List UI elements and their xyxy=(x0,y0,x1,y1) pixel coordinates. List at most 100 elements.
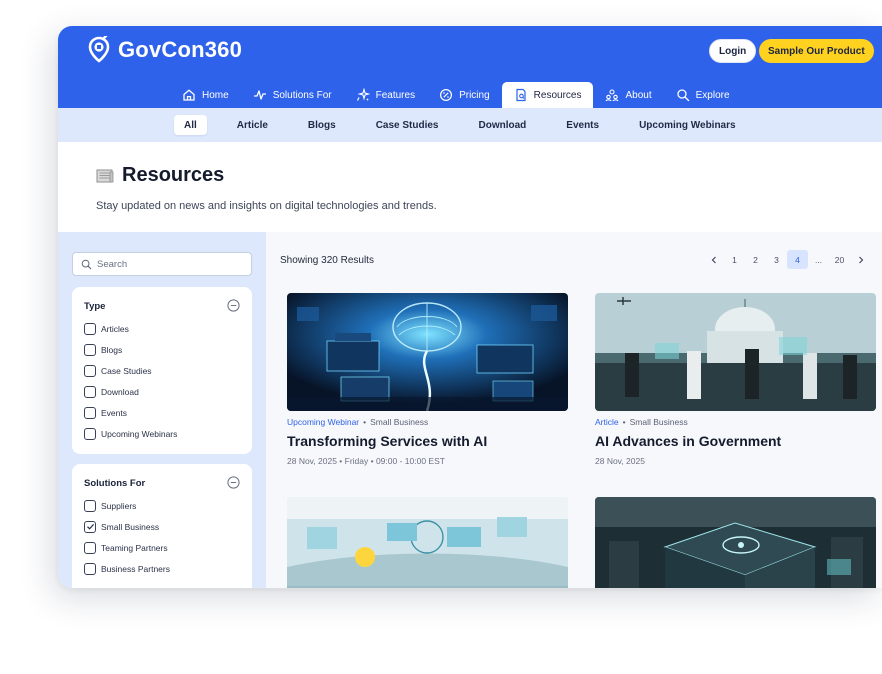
logo-shield-icon xyxy=(88,36,110,63)
search-box[interactable] xyxy=(72,252,252,276)
resource-card[interactable] xyxy=(287,497,568,588)
main-nav: Home Solutions For Features Pricing Reso… xyxy=(170,82,742,108)
filter-option-teaming-partners[interactable]: Teaming Partners xyxy=(84,537,240,558)
chevron-left-icon xyxy=(711,256,716,263)
next-page-button[interactable] xyxy=(850,250,871,269)
nav-label: Explore xyxy=(695,89,730,101)
option-label: Events xyxy=(101,407,127,418)
filter-option-small-business[interactable]: Small Business xyxy=(84,516,240,537)
page-subtitle: Stay updated on news and insights on dig… xyxy=(96,200,437,212)
tab-article[interactable]: Article xyxy=(227,115,278,135)
filter-title: Solutions For xyxy=(84,478,146,489)
results-count: Showing 320 Results xyxy=(280,255,374,266)
prev-page-button[interactable] xyxy=(703,250,724,269)
meta-separator: • xyxy=(363,417,367,427)
tab-upcoming-webinars[interactable]: Upcoming Webinars xyxy=(629,115,746,135)
document-search-icon xyxy=(516,88,526,102)
checkbox[interactable] xyxy=(84,499,96,512)
checkbox[interactable] xyxy=(84,322,96,335)
smart-office-image xyxy=(287,497,568,588)
page-4-current[interactable]: 4 xyxy=(787,250,808,269)
page-3[interactable]: 3 xyxy=(766,250,787,269)
page-20[interactable]: 20 xyxy=(829,250,850,269)
tab-download[interactable]: Download xyxy=(469,115,537,135)
card-date: 28 Nov, 2025 • Friday • 09:00 - 10:00 ES… xyxy=(287,456,445,466)
filter-option-download[interactable]: Download xyxy=(84,381,240,402)
filter-solutions-for: Solutions For Suppliers Small Business T… xyxy=(72,464,252,588)
browser-window: GovCon360 Login Sample Our Product Home … xyxy=(58,26,882,588)
nav-label: Home xyxy=(202,89,229,101)
tab-blogs[interactable]: Blogs xyxy=(298,115,346,135)
pagination: 1 2 3 4 ... 20 xyxy=(703,250,871,269)
collapse-icon[interactable] xyxy=(227,299,240,312)
option-label: Business Partners xyxy=(101,563,170,574)
collapse-icon[interactable] xyxy=(227,476,240,489)
nav-explore[interactable]: Explore xyxy=(664,82,742,108)
sample-product-button[interactable]: Sample Our Product xyxy=(759,39,874,63)
tab-case-studies[interactable]: Case Studies xyxy=(366,115,449,135)
site-header: GovCon360 Login Sample Our Product Home … xyxy=(58,26,882,108)
option-label: Download xyxy=(101,386,139,397)
check-icon xyxy=(86,523,94,530)
nav-home[interactable]: Home xyxy=(170,82,241,108)
resource-type-tabs: All Article Blogs Case Studies Download … xyxy=(58,108,882,142)
search-input[interactable] xyxy=(97,258,247,270)
nav-features[interactable]: Features xyxy=(344,82,427,108)
search-icon xyxy=(81,259,92,269)
card-thumbnail[interactable] xyxy=(287,497,568,588)
filter-option-suppliers[interactable]: Suppliers xyxy=(84,495,240,516)
nav-label: Pricing xyxy=(459,89,490,101)
results-area: Showing 320 Results 1 2 3 4 ... 20 Upcom… xyxy=(266,232,882,588)
checkbox[interactable] xyxy=(84,406,96,419)
card-title[interactable]: Transforming Services with AI xyxy=(287,433,568,449)
ai-brain-city-image xyxy=(287,293,568,411)
option-label: Upcoming Webinars xyxy=(101,428,178,439)
option-label: Teaming Partners xyxy=(101,542,168,553)
filter-option-business-partners[interactable]: Business Partners xyxy=(84,558,240,579)
checkbox[interactable] xyxy=(84,364,96,377)
filter-option-blogs[interactable]: Blogs xyxy=(84,339,240,360)
option-label: Small Business xyxy=(101,521,160,532)
page-2[interactable]: 2 xyxy=(745,250,766,269)
tab-events[interactable]: Events xyxy=(556,115,609,135)
stage: GovCon360 Login Sample Our Product Home … xyxy=(0,0,882,674)
data-center-city-image xyxy=(595,497,876,588)
card-thumbnail[interactable] xyxy=(595,293,876,411)
home-icon xyxy=(183,89,195,101)
checkbox[interactable] xyxy=(84,541,96,554)
checkbox-checked[interactable] xyxy=(84,520,96,533)
resource-card[interactable]: Upcoming Webinar • Small Business Transf… xyxy=(287,293,568,466)
resource-card[interactable] xyxy=(595,497,876,588)
tab-all[interactable]: All xyxy=(174,115,207,135)
nav-solutions[interactable]: Solutions For xyxy=(241,82,344,108)
login-button[interactable]: Login xyxy=(709,39,757,63)
option-label: Case Studies xyxy=(101,365,152,376)
search-icon xyxy=(676,89,689,102)
checkbox[interactable] xyxy=(84,385,96,398)
resource-card[interactable]: Article • Small Business AI Advances in … xyxy=(595,293,876,466)
card-category[interactable]: Upcoming Webinar xyxy=(287,417,359,427)
checkbox[interactable] xyxy=(84,427,96,440)
brand-logo[interactable]: GovCon360 xyxy=(86,36,242,64)
card-meta: Article • Small Business xyxy=(595,417,876,427)
card-title[interactable]: AI Advances in Government xyxy=(595,433,876,449)
filter-option-articles[interactable]: Articles xyxy=(84,318,240,339)
checkbox[interactable] xyxy=(84,343,96,356)
filter-sidebar: Type Articles Blogs Case Studies Downloa… xyxy=(58,232,266,588)
nav-label: Resources xyxy=(533,89,582,101)
card-category[interactable]: Article xyxy=(595,417,619,427)
sparkle-icon xyxy=(356,88,370,101)
nav-pricing[interactable]: Pricing xyxy=(427,82,502,108)
card-thumbnail[interactable] xyxy=(595,497,876,588)
checkbox[interactable] xyxy=(84,562,96,575)
filter-option-events[interactable]: Events xyxy=(84,402,240,423)
nav-about[interactable]: About xyxy=(593,82,663,108)
nav-label: Features xyxy=(375,89,416,101)
page-1[interactable]: 1 xyxy=(724,250,745,269)
filter-title: Type xyxy=(84,301,106,312)
card-thumbnail[interactable] xyxy=(287,293,568,411)
filter-option-case-studies[interactable]: Case Studies xyxy=(84,360,240,381)
filter-option-upcoming-webinars[interactable]: Upcoming Webinars xyxy=(84,423,240,444)
nav-resources[interactable]: Resources xyxy=(501,82,594,108)
percent-badge-icon xyxy=(440,88,453,102)
